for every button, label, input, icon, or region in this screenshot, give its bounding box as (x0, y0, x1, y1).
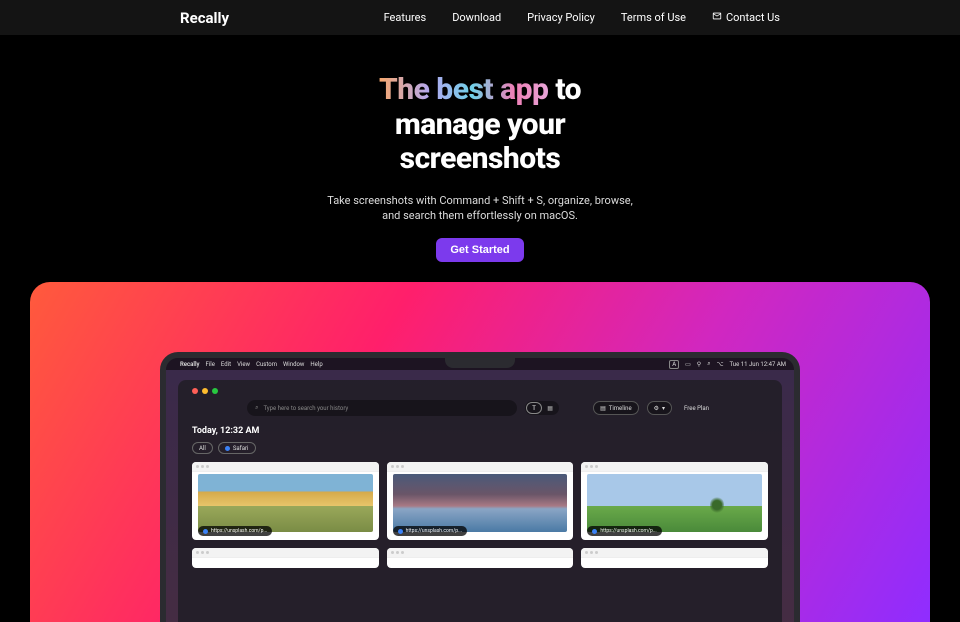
laptop-mockup: Recally File Edit View Custom Window Hel… (160, 352, 800, 622)
search-input[interactable]: ⌕ Type here to search your history (247, 400, 517, 416)
nav-contact-label: Contact Us (726, 11, 780, 24)
safari-icon (225, 446, 230, 451)
screenshot-grid-row2 (192, 548, 768, 568)
screenshot-grid: https://unsplash.com/p... https://unspla… (192, 462, 768, 540)
timeline-button[interactable]: ▤ Timeline (593, 401, 639, 415)
lang-icon: A (669, 360, 679, 369)
settings-button[interactable]: ⚙ ▾ (647, 401, 672, 415)
screenshot-card[interactable]: https://unsplash.com/p... (192, 462, 379, 540)
search-icon: ⌕ (255, 404, 258, 412)
brand-logo[interactable]: Recally (180, 9, 229, 27)
menubar-view: View (237, 361, 250, 368)
thumbnail (587, 474, 762, 532)
screenshot-card[interactable] (387, 548, 574, 568)
screenshot-card[interactable]: https://unsplash.com/p... (387, 462, 574, 540)
nav-links: Features Download Privacy Policy Terms o… (384, 11, 780, 24)
favicon-icon (398, 529, 403, 534)
search-placeholder: Type here to search your history (263, 405, 348, 412)
screenshot-card[interactable]: https://unsplash.com/p... (581, 462, 768, 540)
toolbar: ⌕ Type here to search your history T ▦ ▤… (192, 400, 768, 416)
chip-all[interactable]: All (192, 442, 213, 454)
nav-terms[interactable]: Terms of Use (621, 11, 686, 24)
nav-contact[interactable]: Contact Us (712, 11, 780, 24)
filter-chips: All Safari (192, 442, 768, 454)
favicon-icon (203, 529, 208, 534)
traffic-lights (192, 388, 768, 394)
url-badge: https://unsplash.com/p... (393, 526, 467, 536)
menubar-file: File (206, 361, 215, 368)
menubar-edit: Edit (221, 361, 231, 368)
thumbnail (198, 474, 373, 532)
menubar-clock: Tue 11 Jun 12:47 AM (729, 361, 786, 368)
close-dot (192, 388, 198, 394)
minimize-dot (202, 388, 208, 394)
screenshot-card[interactable] (581, 548, 768, 568)
chip-safari[interactable]: Safari (218, 442, 256, 454)
wifi-icon: ⚲ (697, 361, 701, 368)
menubar-app-name: Recally (180, 361, 200, 368)
get-started-button[interactable]: Get Started (436, 238, 523, 262)
view-segmented[interactable]: T ▦ (525, 401, 559, 415)
mail-icon (712, 11, 722, 24)
laptop-notch (445, 358, 515, 368)
menubar-help: Help (310, 361, 322, 368)
gear-icon: ⚙ (654, 405, 659, 412)
url-badge: https://unsplash.com/p... (587, 526, 661, 536)
app-window: ⌕ Type here to search your history T ▦ ▤… (178, 380, 782, 622)
hero-heading: The best app to manage your screenshots (20, 73, 940, 177)
menubar-custom: Custom (256, 361, 277, 368)
chevron-down-icon: ▾ (662, 405, 665, 412)
battery-icon: ▭ (685, 361, 691, 368)
nav-privacy[interactable]: Privacy Policy (527, 11, 595, 24)
url-badge: https://unsplash.com/p... (198, 526, 272, 536)
hero-subtext: Take screenshots with Command + Shift + … (20, 193, 940, 225)
nav-features[interactable]: Features (384, 11, 427, 24)
menubar-window: Window (283, 361, 304, 368)
top-nav: Recally Features Download Privacy Policy… (0, 0, 960, 35)
hero-heading-gradient: The best app (379, 72, 548, 107)
section-title: Today, 12:32 AM (192, 426, 768, 436)
hero: The best app to manage your screenshots … (0, 35, 960, 274)
screenshot-card[interactable] (192, 548, 379, 568)
plan-label: Free Plan (680, 405, 713, 412)
zoom-dot (212, 388, 218, 394)
seg-grid-icon[interactable]: ▦ (542, 402, 558, 414)
hero-stage: Recally File Edit View Custom Window Hel… (30, 282, 930, 622)
control-center-icon: ⌥ (717, 361, 724, 368)
nav-download[interactable]: Download (452, 11, 501, 24)
search-icon: ⌕ (707, 360, 710, 368)
seg-text[interactable]: T (526, 402, 542, 414)
thumbnail (393, 474, 568, 532)
favicon-icon (592, 529, 597, 534)
calendar-icon: ▤ (600, 405, 606, 412)
